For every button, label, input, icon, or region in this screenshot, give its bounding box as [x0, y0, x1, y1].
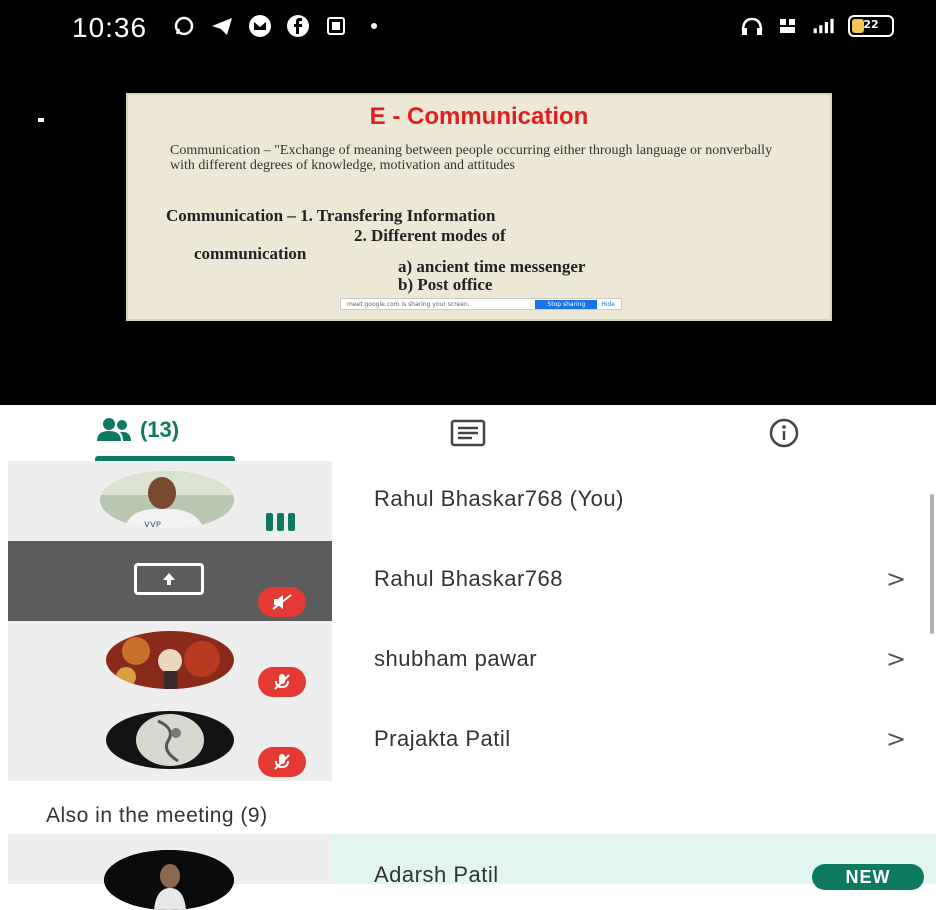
- slide-line: 2. Different modes of: [354, 226, 506, 245]
- chevron-right-icon[interactable]: >: [886, 645, 906, 673]
- svg-text:ᴠvᴩ: ᴠvᴩ: [144, 519, 161, 529]
- status-bar: 10:36 22: [0, 0, 936, 70]
- slide-line: communication: [194, 244, 307, 263]
- participant-name: Rahul Bhaskar768 (You): [374, 486, 624, 511]
- new-badge: NEW: [812, 864, 924, 890]
- avatar: [104, 850, 234, 910]
- mic-off-icon: [258, 667, 306, 697]
- share-notice-text: meet.google.com is sharing your screen.: [347, 300, 470, 308]
- people-count: (13): [140, 417, 180, 442]
- stage-marker: [38, 118, 44, 122]
- tab-chat[interactable]: [450, 419, 486, 453]
- system-icons: 22: [740, 14, 894, 38]
- scrollbar[interactable]: [930, 494, 934, 634]
- facebook-icon: [286, 14, 310, 38]
- presentation-slide[interactable]: E - Communication Communication – "Excha…: [126, 93, 832, 321]
- video-stage[interactable]: 10:36 22 E - Communication Communication…: [0, 0, 936, 405]
- presenting-icon: [134, 563, 204, 595]
- slide-definition: Communication – "Exchange of meaning bet…: [170, 143, 773, 173]
- chat-icon: [450, 419, 486, 447]
- notification-icons: [172, 14, 386, 38]
- participant-row[interactable]: Rahul Bhaskar768 >: [0, 541, 936, 621]
- screen-share-notice: meet.google.com is sharing your screen. …: [340, 298, 622, 310]
- volte-icon: [776, 14, 800, 38]
- participant-name: Rahul Bhaskar768: [374, 566, 564, 591]
- signal-icon: [812, 14, 836, 38]
- battery-icon: 22: [848, 15, 894, 37]
- headset-icon: [740, 14, 764, 38]
- slide-line: a) ancient time messenger: [398, 257, 586, 276]
- participant-row[interactable]: shubham pawar >: [0, 621, 936, 701]
- also-in-meeting-heading: Also in the meeting (9): [46, 804, 268, 827]
- avatar: ᴠvᴩ: [100, 471, 234, 529]
- slide-title: E - Communication: [369, 103, 589, 130]
- participant-name: shubham pawar: [374, 646, 538, 671]
- people-icon: [97, 418, 131, 441]
- participant-row[interactable]: Adarsh Patil NEW: [0, 834, 936, 910]
- meeting-tabs: (13): [0, 405, 936, 461]
- avatar: [106, 631, 234, 689]
- mail-icon: [248, 14, 272, 38]
- stop-sharing-button[interactable]: Stop sharing: [535, 299, 598, 309]
- participant-row[interactable]: ᴠvᴩ Rahul Bhaskar768 (You): [0, 461, 936, 541]
- avatar: [106, 711, 234, 769]
- slide-line: Communication – 1. Transfering Informati…: [166, 206, 496, 225]
- hide-button[interactable]: Hide: [601, 301, 621, 308]
- telegram-icon: [210, 14, 234, 38]
- chevron-right-icon[interactable]: >: [886, 565, 906, 593]
- mic-off-icon: [258, 587, 306, 617]
- chevron-right-icon[interactable]: >: [886, 725, 906, 753]
- participant-row[interactable]: Prajakta Patil >: [0, 701, 936, 781]
- tab-info[interactable]: [768, 417, 800, 453]
- dot-icon: [362, 14, 386, 38]
- mic-off-icon: [258, 747, 306, 777]
- slide-line: b) Post office: [398, 275, 493, 294]
- audio-level-icon: [266, 513, 295, 531]
- whatsapp-icon: [172, 14, 196, 38]
- tab-people[interactable]: (13): [96, 417, 179, 443]
- status-time: 10:36: [72, 12, 148, 43]
- sim-icon: [324, 14, 348, 38]
- participant-name: Prajakta Patil: [374, 726, 511, 751]
- participant-name: Adarsh Patil: [374, 862, 499, 887]
- info-icon: [769, 418, 799, 448]
